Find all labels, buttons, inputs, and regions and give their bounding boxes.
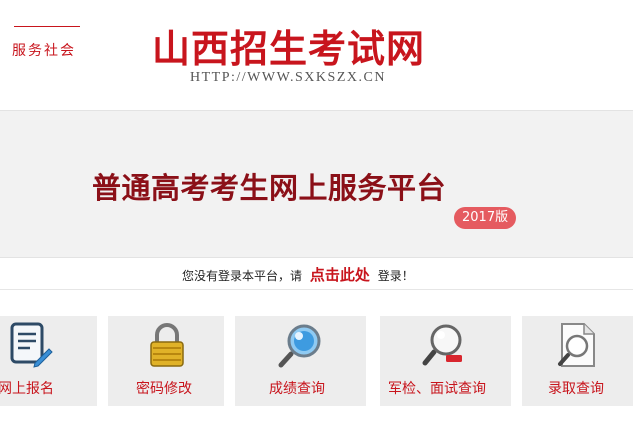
login-prompt-suffix: 登录！ xyxy=(377,269,414,283)
edit-document-icon xyxy=(10,322,53,368)
login-link[interactable]: 点击此处 xyxy=(310,266,370,284)
service-label: 密码修改 xyxy=(136,381,192,397)
services-panel: 网上报名 密码修改 成绩查询 军检、面试查询 录取查询 xyxy=(0,290,633,422)
service-admission-query[interactable]: 录取查询 xyxy=(522,316,633,406)
site-slogan: 服务社会 xyxy=(12,43,76,59)
login-prompt-prefix: 您没有登录本平台，请 xyxy=(182,269,303,283)
site-url: HTTP://WWW.SXKSZX.CN xyxy=(190,70,386,85)
magnifier-minus-icon xyxy=(422,324,462,366)
padlock-icon xyxy=(150,323,184,367)
platform-title: 普通高考考生网上服务平台 xyxy=(92,171,447,205)
platform-banner: 普通高考考生网上服务平台 2017版 xyxy=(0,110,633,258)
login-bar: 您没有登录本平台，请 点击此处 登录！ xyxy=(0,258,633,290)
service-label: 军检、面试查询 xyxy=(388,381,486,397)
site-header: 服务社会 山西招生考试网 HTTP://WWW.SXKSZX.CN xyxy=(0,0,633,110)
slogan-divider xyxy=(14,26,80,27)
service-label: 网上报名 xyxy=(0,381,54,397)
service-inspection-interview-query[interactable]: 军检、面试查询 xyxy=(380,316,511,406)
site-title[interactable]: 山西招生考试网 xyxy=(152,18,425,73)
version-badge: 2017版 xyxy=(454,207,517,229)
login-prompt: 您没有登录本平台，请 点击此处 登录！ xyxy=(182,264,414,285)
service-score-query[interactable]: 成绩查询 xyxy=(235,316,366,406)
document-search-icon xyxy=(558,323,595,367)
service-label: 成绩查询 xyxy=(269,381,325,397)
service-label: 录取查询 xyxy=(548,381,604,397)
magnifier-icon xyxy=(278,324,321,368)
service-online-registration[interactable]: 网上报名 xyxy=(0,316,97,406)
service-password-change[interactable]: 密码修改 xyxy=(108,316,224,406)
